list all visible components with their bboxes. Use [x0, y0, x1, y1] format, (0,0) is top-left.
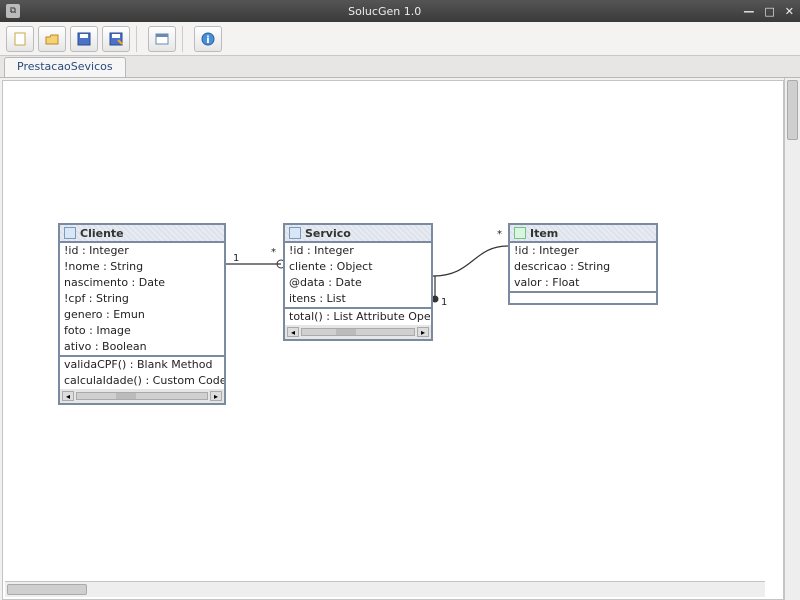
- entity-cliente[interactable]: Cliente !id : Integer !nome : String nas…: [58, 223, 226, 405]
- close-button[interactable]: ✕: [785, 5, 794, 18]
- operation-row[interactable]: validaCPF() : Blank Method: [60, 357, 224, 373]
- window-titlebar: ⧉ SolucGen 1.0 — □ ✕: [0, 0, 800, 22]
- attribute-row[interactable]: descricao : String: [510, 259, 656, 275]
- attribute-row[interactable]: itens : List: [285, 291, 431, 307]
- entity-title: Cliente: [80, 227, 124, 240]
- operation-row[interactable]: total() : List Attribute Operation: [285, 309, 431, 325]
- entity-hscroll[interactable]: ◂▸: [60, 389, 224, 403]
- attribute-row[interactable]: valor : Float: [510, 275, 656, 291]
- toolbar-separator: [136, 26, 142, 52]
- attribute-row[interactable]: !id : Integer: [285, 243, 431, 259]
- canvas-vscroll[interactable]: [784, 78, 800, 600]
- entity-servico[interactable]: Servico !id : Integer cliente : Object @…: [283, 223, 433, 341]
- maximize-button[interactable]: □: [764, 5, 774, 18]
- attribute-row[interactable]: @data : Date: [285, 275, 431, 291]
- scroll-right-icon[interactable]: ▸: [210, 391, 222, 401]
- multiplicity-label: *: [497, 229, 502, 240]
- window-title: SolucGen 1.0: [26, 5, 743, 18]
- scroll-left-icon[interactable]: ◂: [287, 327, 299, 337]
- attribute-row[interactable]: !id : Integer: [60, 243, 224, 259]
- save-button[interactable]: [70, 26, 98, 52]
- attribute-row[interactable]: foto : Image: [60, 323, 224, 339]
- multiplicity-label: *: [271, 247, 276, 258]
- attribute-row[interactable]: !cpf : String: [60, 291, 224, 307]
- attribute-row[interactable]: genero : Emun: [60, 307, 224, 323]
- tab-prestacao[interactable]: PrestacaoSevicos: [4, 57, 126, 77]
- attributes-section: !id : Integer cliente : Object @data : D…: [285, 243, 431, 309]
- diagram-canvas[interactable]: 1 * 1 * Cliente !id : Integer !nome : St…: [2, 80, 784, 600]
- operations-section: validaCPF() : Blank Method calculaIdade(…: [60, 357, 224, 403]
- canvas-hscroll[interactable]: [5, 581, 765, 597]
- class-icon: [514, 227, 526, 239]
- attribute-row[interactable]: ativo : Boolean: [60, 339, 224, 355]
- attribute-row[interactable]: !id : Integer: [510, 243, 656, 259]
- open-button[interactable]: [38, 26, 66, 52]
- attribute-row[interactable]: !nome : String: [60, 259, 224, 275]
- class-icon: [64, 227, 76, 239]
- multiplicity-label: 1: [441, 297, 447, 308]
- entity-hscroll[interactable]: ◂▸: [285, 325, 431, 339]
- operations-section: [510, 293, 656, 303]
- multiplicity-label: 1: [233, 253, 239, 264]
- scroll-left-icon[interactable]: ◂: [62, 391, 74, 401]
- new-button[interactable]: [6, 26, 34, 52]
- toolbar-separator: [182, 26, 188, 52]
- minimize-button[interactable]: —: [743, 5, 754, 18]
- tab-strip: PrestacaoSevicos: [0, 56, 800, 78]
- entity-title: Servico: [305, 227, 351, 240]
- class-icon: [289, 227, 301, 239]
- operation-row[interactable]: calculaIdade() : Custom Code: [60, 373, 224, 389]
- save-as-button[interactable]: [102, 26, 130, 52]
- entity-title: Item: [530, 227, 558, 240]
- svg-text:i: i: [206, 35, 209, 46]
- toolbar: i: [0, 22, 800, 56]
- app-icon: ⧉: [6, 4, 20, 18]
- attribute-row[interactable]: nascimento : Date: [60, 275, 224, 291]
- operations-section: total() : List Attribute Operation ◂▸: [285, 309, 431, 339]
- window-button[interactable]: [148, 26, 176, 52]
- attribute-row[interactable]: cliente : Object: [285, 259, 431, 275]
- info-button[interactable]: i: [194, 26, 222, 52]
- attributes-section: !id : Integer !nome : String nascimento …: [60, 243, 224, 357]
- attributes-section: !id : Integer descricao : String valor :…: [510, 243, 656, 293]
- entity-item[interactable]: Item !id : Integer descricao : String va…: [508, 223, 658, 305]
- scroll-right-icon[interactable]: ▸: [417, 327, 429, 337]
